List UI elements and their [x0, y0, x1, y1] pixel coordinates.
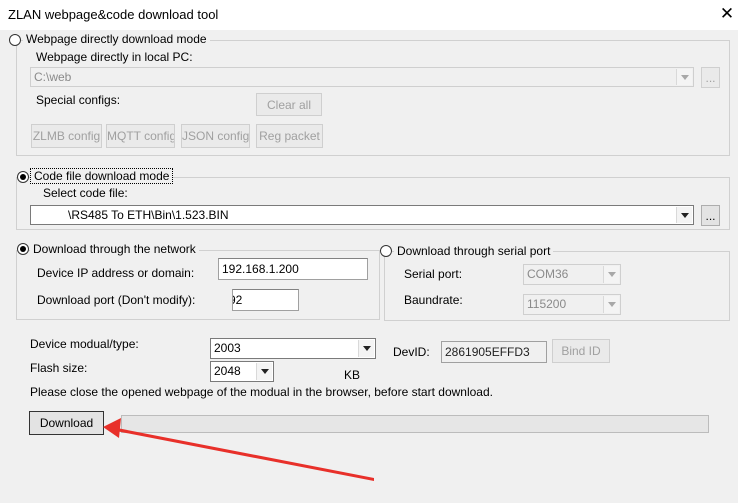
annotation-arrow-head — [103, 418, 121, 438]
annotation-arrow — [103, 418, 374, 481]
annotation-arrow-shaft — [116, 428, 374, 481]
